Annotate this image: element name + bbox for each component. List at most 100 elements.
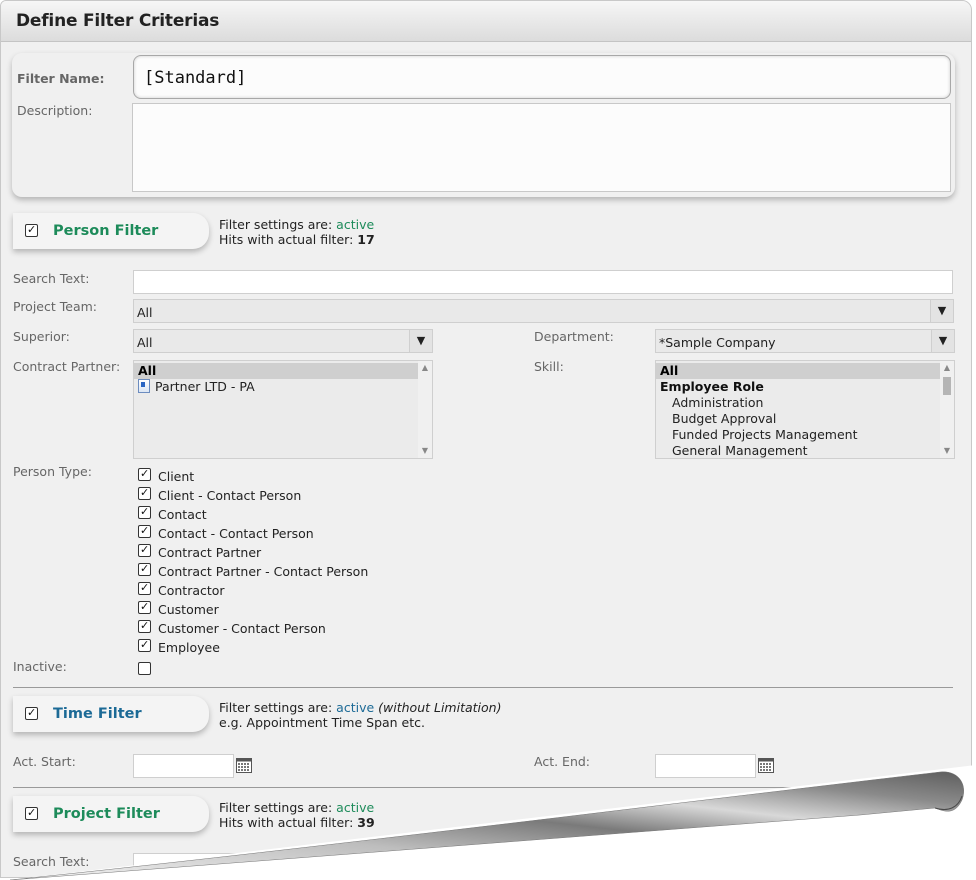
document-icon bbox=[138, 379, 150, 393]
person-type-checkbox[interactable]: ✓ bbox=[138, 639, 151, 652]
filter-name-label: Filter Name: bbox=[17, 71, 105, 86]
project-search-label: Search Text: bbox=[13, 854, 90, 869]
act-end-label: Act. End: bbox=[534, 754, 591, 769]
person-type-label: Contact - Contact Person bbox=[158, 526, 314, 541]
check-icon: ✓ bbox=[140, 619, 150, 632]
project-team-select[interactable]: All ▼ bbox=[133, 299, 954, 323]
list-item[interactable]: Administration bbox=[656, 395, 954, 411]
person-type-checkbox[interactable]: ✓ bbox=[138, 506, 151, 519]
chevron-down-icon[interactable]: ▼ bbox=[931, 330, 954, 352]
time-filter-checkbox[interactable]: ✓ bbox=[25, 707, 38, 720]
project-filter-checkbox[interactable]: ✓ bbox=[25, 807, 38, 820]
tab-person-filter[interactable]: ✓ Person Filter bbox=[13, 213, 209, 249]
status-prefix: Filter settings are: bbox=[219, 700, 333, 715]
person-type-label: Contract Partner bbox=[158, 545, 262, 560]
time-filter-status: Filter settings are: active (without Lim… bbox=[219, 700, 501, 730]
superior-value: All bbox=[137, 335, 153, 350]
section-divider bbox=[13, 687, 953, 688]
scroll-thumb[interactable] bbox=[943, 377, 951, 395]
status-value: active bbox=[336, 700, 375, 715]
description-textarea[interactable] bbox=[132, 103, 951, 192]
superior-select[interactable]: All ▼ bbox=[133, 329, 433, 353]
check-icon: ✓ bbox=[140, 638, 150, 651]
person-type-checkbox[interactable]: ✓ bbox=[138, 620, 151, 633]
person-type-checkbox[interactable]: ✓ bbox=[138, 582, 151, 595]
list-item[interactable]: Funded Projects Management bbox=[656, 427, 954, 443]
tab-time-filter[interactable]: ✓ Time Filter bbox=[13, 696, 209, 732]
calendar-icon[interactable] bbox=[236, 757, 252, 773]
filter-dialog: Define Filter Criterias Filter Name: [St… bbox=[0, 0, 972, 878]
list-item[interactable]: General Management bbox=[656, 443, 954, 458]
project-team-value: All bbox=[137, 305, 153, 320]
person-type-checkbox[interactable]: ✓ bbox=[138, 525, 151, 538]
hits-label: Hits with actual filter: bbox=[219, 815, 354, 830]
check-icon: ✓ bbox=[27, 806, 37, 819]
project-filter-status: Filter settings are: active Hits with ac… bbox=[219, 800, 375, 830]
hits-count: 39 bbox=[357, 815, 375, 830]
chevron-down-icon[interactable]: ▼ bbox=[930, 300, 953, 322]
search-text-label: Search Text: bbox=[13, 271, 90, 286]
person-type-label: Contact bbox=[158, 507, 207, 522]
person-type-label: Client - Contact Person bbox=[158, 488, 302, 503]
scrollbar[interactable]: ▲ ▼ bbox=[940, 361, 954, 458]
person-type-label: Client bbox=[158, 469, 195, 484]
list-item[interactable]: All bbox=[656, 363, 954, 379]
scroll-up-icon[interactable]: ▲ bbox=[940, 361, 954, 375]
check-icon: ✓ bbox=[140, 505, 150, 518]
person-type-label: Contract Partner - Contact Person bbox=[158, 564, 369, 579]
scroll-down-icon[interactable]: ▼ bbox=[418, 444, 432, 458]
person-search-input[interactable] bbox=[133, 270, 953, 294]
inactive-checkbox[interactable] bbox=[138, 662, 151, 675]
scrollbar[interactable]: ▲ ▼ bbox=[418, 361, 432, 458]
tab-project-filter[interactable]: ✓ Project Filter bbox=[13, 796, 209, 832]
title-bar: Define Filter Criterias bbox=[1, 1, 971, 42]
act-start-input[interactable] bbox=[133, 754, 234, 778]
dialog-title: Define Filter Criterias bbox=[16, 11, 220, 31]
list-item[interactable]: All bbox=[134, 363, 432, 379]
check-icon: ✓ bbox=[140, 524, 150, 537]
contract-partner-list[interactable]: All Partner LTD - PA ▲ ▼ bbox=[133, 360, 433, 459]
scroll-down-icon[interactable]: ▼ bbox=[940, 444, 954, 458]
hits-count: 17 bbox=[357, 232, 375, 247]
person-type-checkbox[interactable]: ✓ bbox=[138, 601, 151, 614]
description-label: Description: bbox=[17, 103, 93, 118]
status-value: active bbox=[336, 217, 375, 232]
superior-label: Superior: bbox=[13, 329, 70, 344]
scroll-up-icon[interactable]: ▲ bbox=[418, 361, 432, 375]
person-type-label: Contractor bbox=[158, 583, 225, 598]
calendar-icon[interactable] bbox=[758, 757, 774, 773]
check-icon: ✓ bbox=[140, 562, 150, 575]
person-type-checkbox[interactable]: ✓ bbox=[138, 487, 151, 500]
person-filter-label: Person Filter bbox=[53, 223, 159, 239]
filter-name-input[interactable]: [Standard] bbox=[133, 55, 951, 99]
person-type-checkbox[interactable]: ✓ bbox=[138, 544, 151, 557]
project-team-label: Project Team: bbox=[13, 299, 97, 314]
check-icon: ✓ bbox=[140, 467, 150, 480]
person-type-label: Customer bbox=[158, 602, 219, 617]
project-search-input[interactable] bbox=[133, 853, 953, 877]
chevron-down-icon[interactable]: ▼ bbox=[409, 330, 432, 352]
department-value: *Sample Company bbox=[659, 335, 776, 350]
person-type-checkbox[interactable]: ✓ bbox=[138, 563, 151, 576]
contract-partner-label: Contract Partner: bbox=[13, 359, 121, 374]
act-end-input[interactable] bbox=[655, 754, 756, 778]
skill-label: Skill: bbox=[534, 359, 564, 374]
person-filter-status: Filter settings are: active Hits with ac… bbox=[219, 217, 375, 247]
person-type-label: Customer - Contact Person bbox=[158, 621, 326, 636]
act-start-label: Act. Start: bbox=[13, 754, 76, 769]
check-icon: ✓ bbox=[140, 486, 150, 499]
person-type-label: Person Type: bbox=[13, 464, 92, 479]
list-item[interactable]: Partner LTD - PA bbox=[134, 379, 432, 395]
status-prefix: Filter settings are: bbox=[219, 217, 333, 232]
check-icon: ✓ bbox=[140, 543, 150, 556]
inactive-label: Inactive: bbox=[13, 659, 67, 674]
person-filter-checkbox[interactable]: ✓ bbox=[25, 224, 38, 237]
skill-list[interactable]: All Employee Role Administration Budget … bbox=[655, 360, 955, 459]
department-select[interactable]: *Sample Company ▼ bbox=[655, 329, 955, 353]
person-type-checkbox[interactable]: ✓ bbox=[138, 468, 151, 481]
list-item[interactable]: Budget Approval bbox=[656, 411, 954, 427]
list-item[interactable]: Employee Role bbox=[656, 379, 954, 395]
status-value: active bbox=[336, 800, 375, 815]
check-icon: ✓ bbox=[27, 706, 37, 719]
check-icon: ✓ bbox=[140, 600, 150, 613]
